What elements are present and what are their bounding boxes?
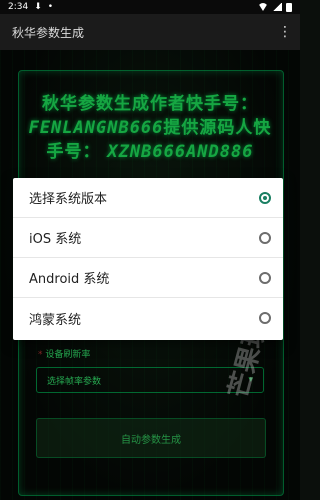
status-time: 2:34 [8, 2, 29, 12]
option-harmonyos[interactable]: 鸿蒙系统 [13, 298, 283, 338]
radio-checked-icon[interactable] [259, 191, 271, 204]
signal-icon [272, 3, 282, 11]
option-label: 选择系统版本 [29, 192, 108, 207]
status-bar: 2:34 ⬇ • [0, 0, 300, 14]
system-version-dialog: 选择系统版本 iOS 系统 Android 系统 鸿蒙系统 [13, 178, 283, 340]
option-ios[interactable]: iOS 系统 [13, 218, 283, 258]
wifi-icon [258, 3, 268, 11]
more-options-icon[interactable]: ⋮ [278, 24, 292, 40]
radio-icon[interactable] [259, 271, 271, 284]
app-title: 秋华参数生成 [12, 25, 85, 40]
notification-dot-icon: • [47, 2, 54, 12]
battery-icon [286, 2, 292, 12]
option-label: 鸿蒙系统 [29, 312, 82, 328]
option-select-system[interactable]: 选择系统版本 [13, 178, 283, 218]
option-label: Android 系统 [29, 272, 110, 287]
radio-icon[interactable] [259, 231, 271, 244]
option-label: iOS 系统 [29, 232, 82, 247]
app-bar: 秋华参数生成 ⋮ [0, 14, 300, 50]
radio-icon[interactable] [259, 312, 271, 324]
download-icon: ⬇ [34, 2, 42, 12]
option-android[interactable]: Android 系统 [13, 258, 283, 298]
